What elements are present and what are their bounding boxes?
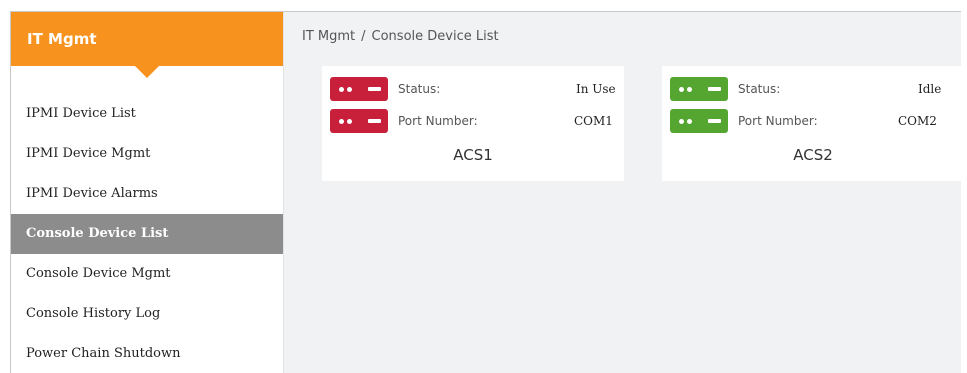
device-card-acs2[interactable]: Status: Idle Port Number: COM2 ACS2 <box>662 66 961 181</box>
device-name: ACS2 <box>793 146 833 164</box>
device-name: ACS1 <box>453 146 493 164</box>
status-row: Status: In Use <box>330 76 616 102</box>
sidebar-menu: IPMI Device List IPMI Device Mgmt IPMI D… <box>11 94 283 373</box>
sidebar-header-notch <box>135 66 159 78</box>
breadcrumb-current: Console Device List <box>371 29 499 44</box>
server-icon <box>330 109 388 133</box>
breadcrumb-separator: / <box>361 29 366 44</box>
status-row: Status: Idle <box>670 76 941 102</box>
sidebar-item-console-history-log[interactable]: Console History Log <box>11 294 283 334</box>
port-value: COM1 <box>574 114 613 128</box>
server-icon <box>670 77 728 101</box>
port-row: Port Number: COM2 <box>670 108 937 134</box>
sidebar-item-console-device-mgmt[interactable]: Console Device Mgmt <box>11 254 283 294</box>
breadcrumb: IT Mgmt / Console Device List <box>302 29 499 44</box>
breadcrumb-root[interactable]: IT Mgmt <box>302 29 355 44</box>
port-value: COM2 <box>898 114 937 128</box>
port-label: Port Number: <box>738 114 818 128</box>
sidebar-title: IT Mgmt <box>27 30 97 48</box>
device-card-acs1[interactable]: Status: In Use Port Number: COM1 ACS1 <box>322 66 624 181</box>
port-label: Port Number: <box>398 114 478 128</box>
app-window: IT Mgmt IPMI Device List IPMI Device Mgm… <box>10 11 961 373</box>
status-label: Status: <box>738 82 781 96</box>
server-icon <box>330 77 388 101</box>
port-row: Port Number: COM1 <box>330 108 613 134</box>
sidebar-item-console-device-list[interactable]: Console Device List <box>11 214 283 254</box>
sidebar-item-ipmi-device-mgmt[interactable]: IPMI Device Mgmt <box>11 134 283 174</box>
sidebar-item-ipmi-device-alarms[interactable]: IPMI Device Alarms <box>11 174 283 214</box>
status-value: In Use <box>576 82 616 96</box>
sidebar: IT Mgmt IPMI Device List IPMI Device Mgm… <box>11 12 284 373</box>
server-icon <box>670 109 728 133</box>
main-content: IT Mgmt / Console Device List Status: In U… <box>284 12 961 373</box>
status-value: Idle <box>918 82 942 96</box>
sidebar-item-ipmi-device-list[interactable]: IPMI Device List <box>11 94 283 134</box>
status-label: Status: <box>398 82 441 96</box>
sidebar-header: IT Mgmt <box>11 12 283 78</box>
sidebar-item-power-chain-shutdown[interactable]: Power Chain Shutdown <box>11 334 283 373</box>
